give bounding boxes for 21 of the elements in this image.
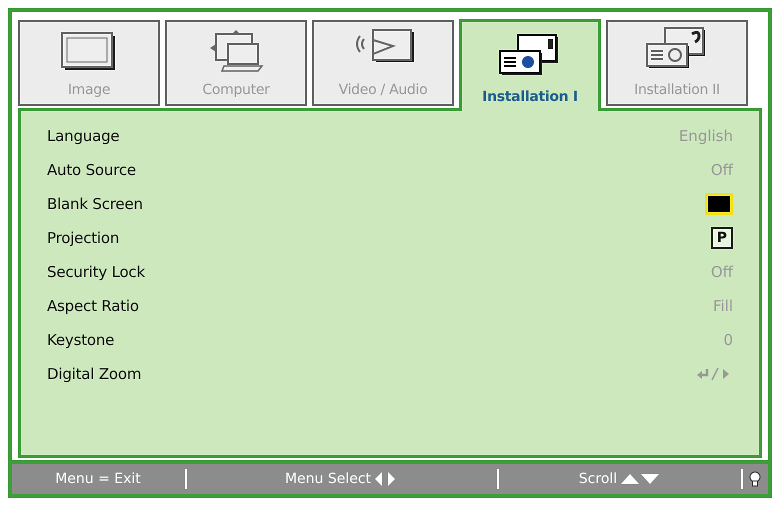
setting-value: Off xyxy=(710,263,733,281)
setting-label[interactable]: Aspect Ratio xyxy=(47,297,139,315)
setting-label[interactable]: Digital Zoom xyxy=(47,365,142,383)
left-right-arrows-icon xyxy=(375,472,398,486)
setting-label[interactable]: Security Lock xyxy=(47,263,145,281)
setting-value: Fill xyxy=(712,297,733,315)
setting-value: 0 xyxy=(723,331,733,349)
setting-value: Off xyxy=(710,161,733,179)
setting-label[interactable]: Blank Screen xyxy=(47,195,143,213)
setting-value: English xyxy=(678,127,733,145)
hint-text: Scroll xyxy=(578,471,618,487)
menu-tab[interactable]: Installation I xyxy=(459,19,601,111)
up-down-arrows-icon xyxy=(621,473,660,485)
setting-label[interactable]: Projection xyxy=(47,229,120,247)
projection-value: P xyxy=(710,227,733,249)
setting-label[interactable]: Keystone xyxy=(47,331,114,349)
setting-label[interactable]: Auto Source xyxy=(47,161,136,179)
lightbulb-icon xyxy=(749,471,761,487)
hint-text: Menu Select xyxy=(284,471,372,487)
setting-label[interactable]: Language xyxy=(47,127,120,145)
hint-text: Menu = Exit xyxy=(55,471,141,487)
